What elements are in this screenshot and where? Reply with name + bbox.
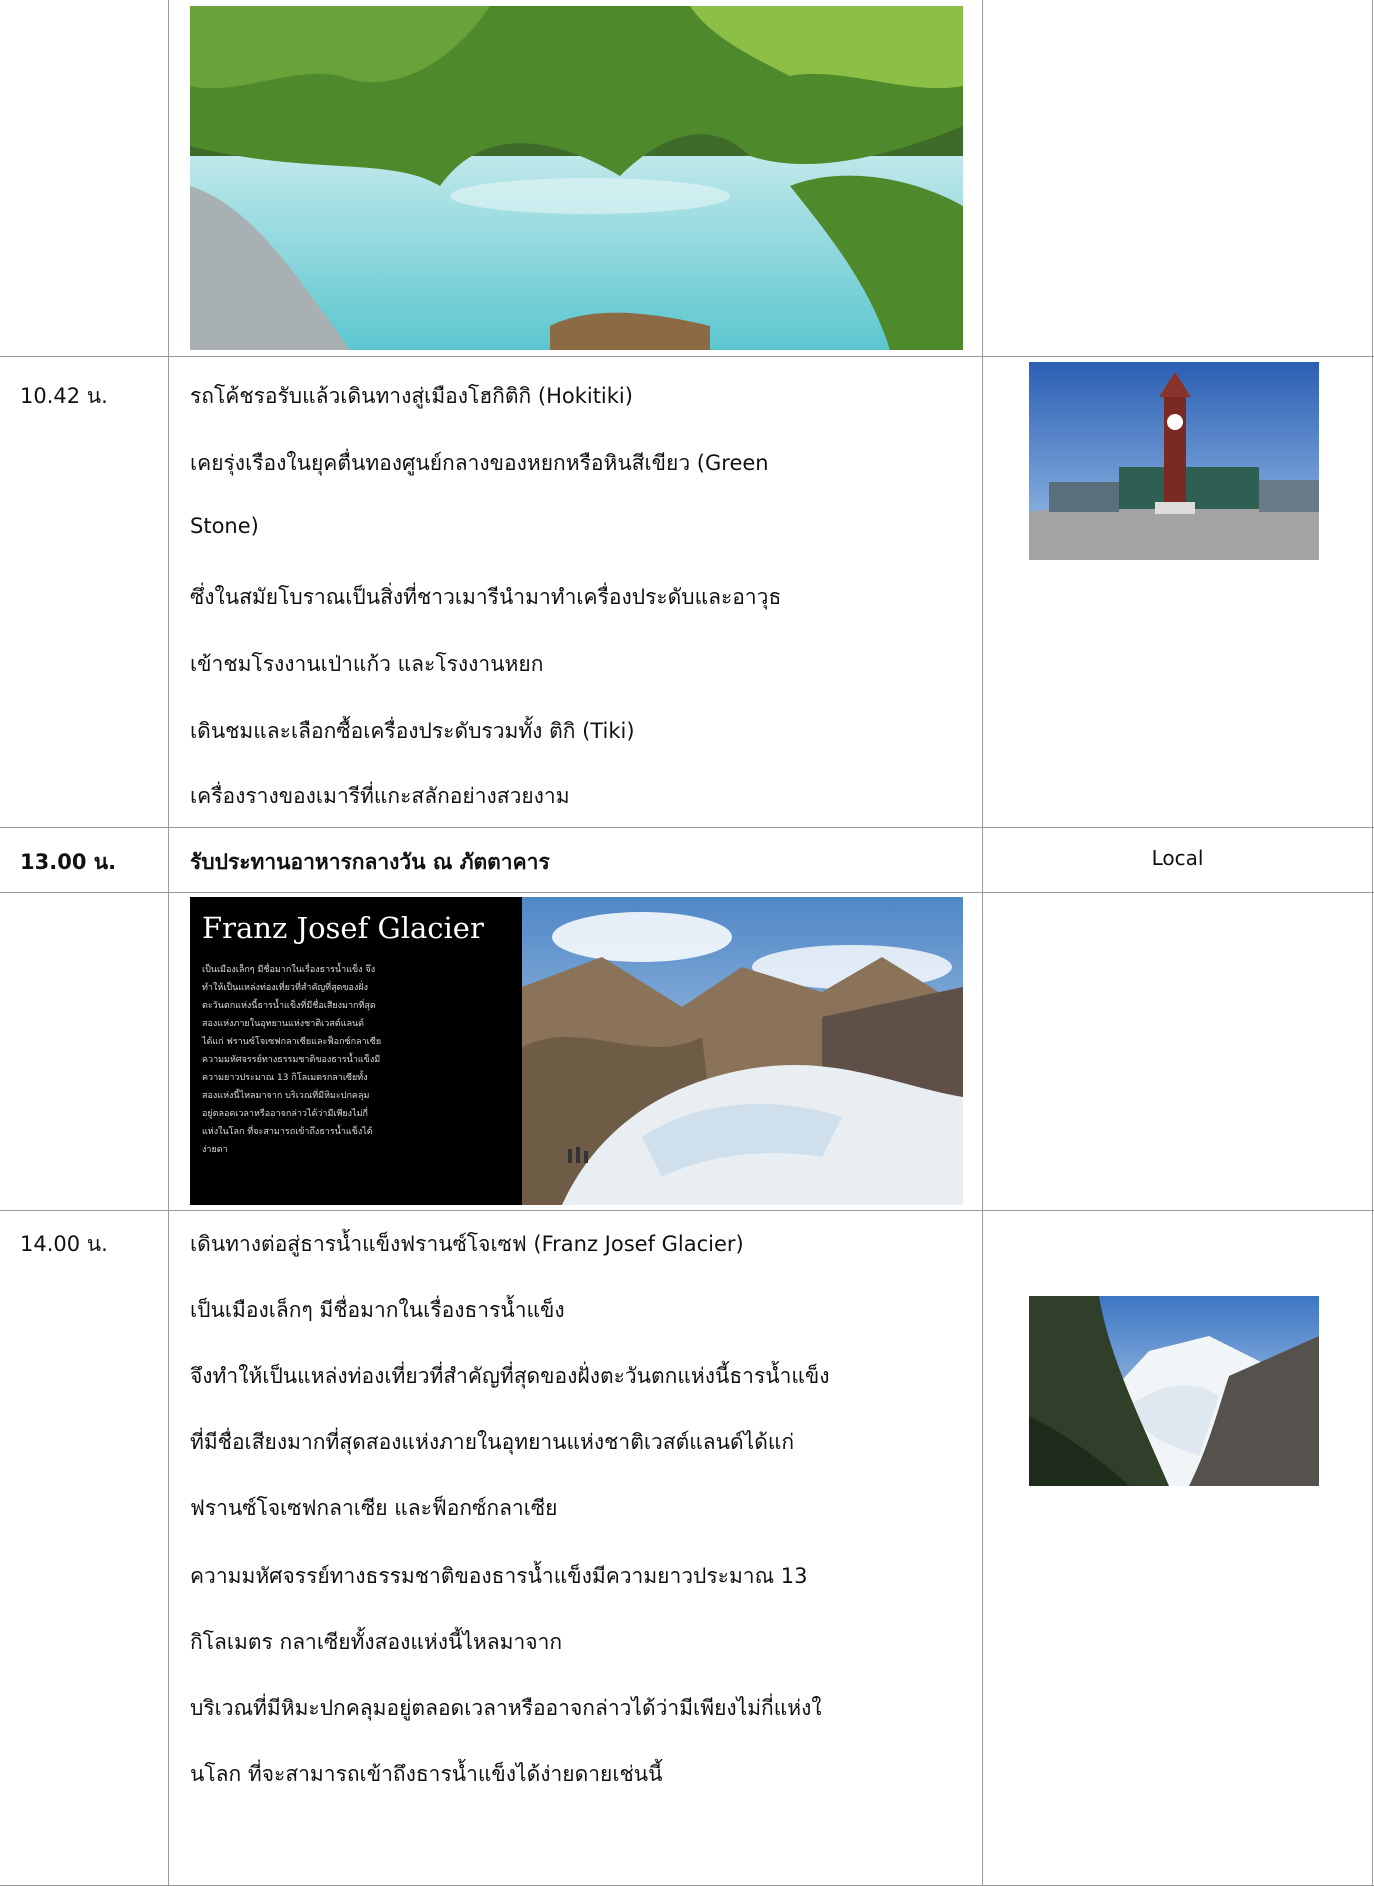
banner-line: ทำให้เป็นแหล่งท่องเที่ยวที่สำคัญที่สุดขอ… [202,983,369,993]
banner-title: Franz Josef Glacier [202,911,484,945]
glacier-photo [522,897,963,1205]
row-2-time: 13.00 น. [20,850,117,874]
row-4-line-6: ความมหัศจรรย์ทางธรรมชาติของธารน้ำแข็งมีค… [190,1564,808,1588]
row-4-line-3: จึงทำให้เป็นแหล่งท่องเที่ยวที่สำคัญที่สุ… [190,1364,830,1388]
row-divider-3 [0,892,1374,893]
row-4-line-9: นโลก ที่จะสามารถเข้าถึงธารน้ำแข็งได้ง่าย… [190,1762,663,1786]
row-4-line-5: ฟรานซ์โจเซฟกลาเซีย และฟ็อกซ์กลาเซีย [190,1496,558,1520]
banner-line: เป็นเมืองเล็กๆ มีชื่อมากในเรื่องธารน้ำแข… [202,965,376,975]
row-1-line-6: เดินชมและเลือกซื้อเครื่องประดับรวมทั้ง ต… [190,719,635,743]
franz-josef-banner: Franz Josef Glacier เป็นเมืองเล็กๆ มีชื่… [190,897,963,1205]
row-1-line-2: เคยรุ่งเรืองในยุคตื่นทองศูนย์กลางของหยกห… [190,451,769,475]
row-1-line-5: เข้าชมโรงงานเป่าแก้ว และโรงงานหยก [190,652,544,676]
column-divider-1 [168,0,169,1886]
row-4-line-4: ที่มีชื่อเสียงมากที่สุดสองแห่งภายในอุทยา… [190,1430,795,1454]
hokitika-clock-tower-photo [1029,362,1319,560]
column-divider-2 [982,0,983,1886]
itinerary-table: 10.42 น. รถโค้ชรอรับแล้วเดินทางสู่เมืองโ… [0,0,1374,1886]
banner-line: ความมหัศจรรย์ทางธรรมชาติของธารน้ำแข็งมี [202,1055,381,1065]
row-4-line-8: บริเวณที่มีหิมะปกคลุมอยู่ตลอดเวลาหรืออาจ… [190,1696,822,1720]
hokitika-gorge-photo [190,6,963,350]
column-divider-right [1372,0,1373,1886]
row-4-line-2: เป็นเมืองเล็กๆ มีชื่อมากในเรื่องธารน้ำแข… [190,1298,565,1322]
row-4-time: 14.00 น. [20,1232,108,1256]
row-4-line-7: กิโลเมตร กลาเซียทั้งสองแห่งนี้ไหลมาจาก [190,1630,563,1654]
banner-line: แห่งในโลก ที่จะสามารถเข้าถึงธารน้ำแข็งได… [202,1127,373,1137]
glacier-valley-photo [1029,1296,1319,1486]
row-2-text: รับประทานอาหารกลางวัน ณ ภัตตาคาร [190,850,550,874]
row-1-line-3: Stone) [190,514,259,538]
banner-body: เป็นเมืองเล็กๆ มีชื่อมากในเรื่องธารน้ำแข… [202,961,514,1159]
banner-line: ตะวันตกแห่งนี้ธารน้ำแข็งที่มีชื่อเสียงมา… [202,1001,376,1011]
banner-line: ได้แก่ ฟรานซ์โจเซฟกลาเซียและฟ็อกซ์กลาเซี… [202,1037,382,1047]
row-divider-4 [0,1210,1374,1211]
banner-line: ง่ายดา [202,1145,228,1155]
row-2-note: Local [1151,846,1204,870]
row-divider-2 [0,827,1374,828]
banner-line: สองแห่งนี้ไหลมาจาก บริเวณที่มีหิมะปกคลุม [202,1091,370,1101]
banner-line: สองแห่งภายในอุทยานแห่งชาติเวสต์แลนด์ [202,1019,364,1029]
row-divider-1 [0,356,1374,357]
row-1-time: 10.42 น. [20,384,108,408]
banner-line: อยู่ตลอดเวลาหรืออาจกล่าวได้ว่ามีเพียงไม่… [202,1109,368,1119]
row-4-line-1: เดินทางต่อสู่ธารน้ำแข็งฟรานซ์โจเซฟ (Fran… [190,1232,744,1256]
row-1-line-1: รถโค้ชรอรับแล้วเดินทางสู่เมืองโฮกิติกิ (… [190,384,633,408]
row-1-line-4: ซึ่งในสมัยโบราณเป็นสิ่งที่ชาวเมารีนำมาทำ… [190,585,782,609]
banner-text-panel: Franz Josef Glacier เป็นเมืองเล็กๆ มีชื่… [190,897,522,1205]
banner-line: ความยาวประมาณ 13 กิโลเมตรกลาเซียทั้ง [202,1073,368,1083]
row-1-line-7: เครื่องรางของเมารีที่แกะสลักอย่างสวยงาม [190,784,570,808]
